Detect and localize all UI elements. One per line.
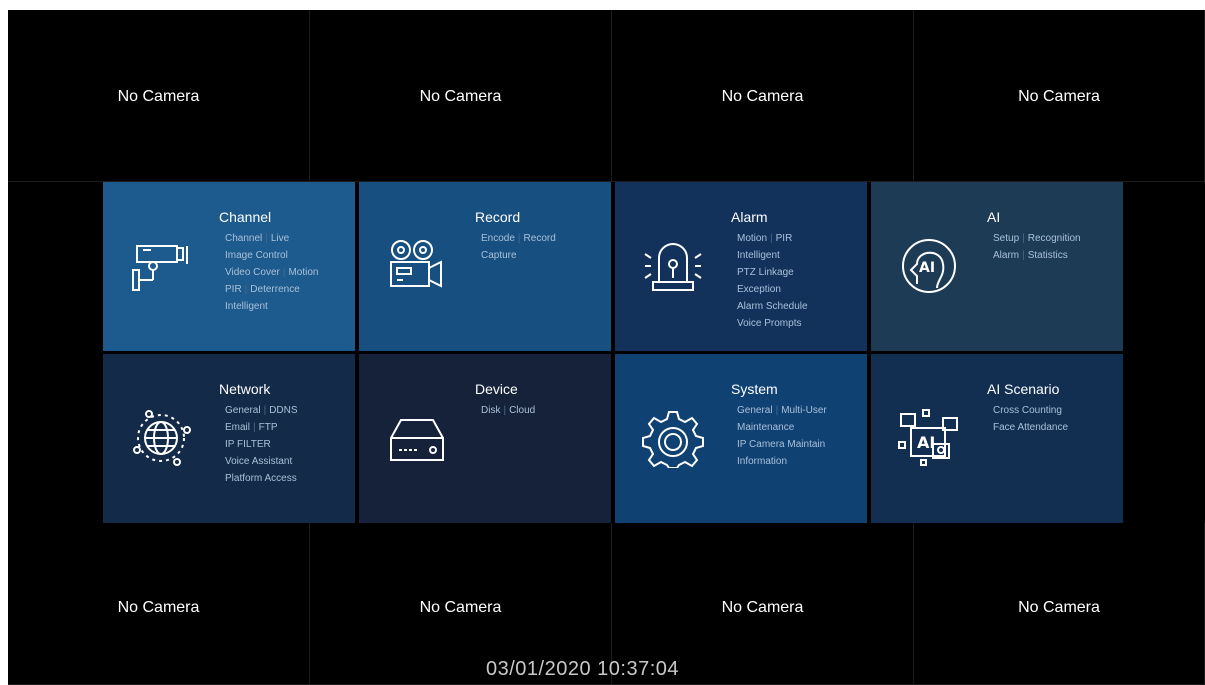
- menu-link[interactable]: General: [737, 405, 773, 416]
- menu-link[interactable]: Alarm: [993, 250, 1019, 261]
- menu-link[interactable]: Deterrence: [250, 284, 299, 295]
- menu-title: Channel: [219, 209, 272, 225]
- no-camera-label: No Camera: [419, 599, 502, 616]
- alarm-siren-icon: [641, 236, 705, 296]
- menu-link[interactable]: IP Camera Maintain: [737, 439, 825, 450]
- menu-link[interactable]: Capture: [481, 250, 517, 261]
- no-camera-label: No Camera: [419, 88, 502, 105]
- menu-link[interactable]: Motion: [288, 267, 318, 278]
- menu-title: AI: [987, 209, 1001, 225]
- menu-title: Network: [219, 381, 271, 397]
- menu-link[interactable]: DDNS: [269, 405, 297, 416]
- menu-link[interactable]: Cloud: [509, 405, 535, 416]
- menu-link[interactable]: PIR: [776, 233, 793, 244]
- menu-link[interactable]: Voice Prompts: [737, 318, 801, 329]
- camera-cell[interactable]: No Camera: [8, 10, 310, 182]
- menu-link[interactable]: Encode: [481, 233, 515, 244]
- menu-link[interactable]: Voice Assistant: [225, 456, 292, 467]
- gear-icon: [641, 408, 705, 469]
- menu-link[interactable]: Statistics: [1028, 250, 1068, 261]
- menu-tile-network[interactable]: Network General | DDNS Email | FTP IP FILTER…: [103, 354, 355, 523]
- menu-link[interactable]: PIR: [225, 284, 242, 295]
- menu-link[interactable]: Alarm Schedule: [737, 301, 808, 312]
- menu-link[interactable]: PTZ Linkage: [737, 267, 794, 278]
- menu-title: Alarm: [731, 209, 768, 225]
- menu-link[interactable]: Channel: [225, 233, 262, 244]
- menu-link[interactable]: General: [225, 405, 261, 416]
- menu-title: Record: [475, 209, 521, 225]
- menu-link[interactable]: Recognition: [1028, 233, 1081, 244]
- no-camera-label: No Camera: [1018, 599, 1100, 616]
- menu-tile-alarm[interactable]: Alarm Motion | PIR Intelligent PTZ Linkage…: [615, 182, 867, 351]
- menu-link[interactable]: Motion: [737, 233, 767, 244]
- menu-tile-device[interactable]: Device Disk | Cloud: [359, 354, 611, 523]
- menu-link[interactable]: Video Cover: [225, 267, 280, 278]
- ai-scenario-icon: AI: [897, 408, 961, 468]
- menu-link[interactable]: Email: [225, 422, 250, 433]
- menu-link[interactable]: Intelligent: [737, 250, 780, 261]
- menu-tile-ai-scenario[interactable]: AI AI Scenario Cross Counting Face Atten…: [871, 354, 1123, 523]
- menu-link[interactable]: Face Attendance: [993, 422, 1068, 433]
- ai-head-icon: AI: [897, 236, 961, 296]
- film-camera-icon: [385, 236, 449, 296]
- globe-network-icon: [129, 408, 193, 468]
- menu-link[interactable]: IP FILTER: [225, 439, 271, 450]
- camera-cell[interactable]: No Camera: [914, 523, 1205, 685]
- camera-cell[interactable]: No Camera: [612, 10, 914, 182]
- menu-title: AI Scenario: [987, 381, 1060, 397]
- menu-link[interactable]: Record: [524, 233, 556, 244]
- menu-link[interactable]: Information: [737, 456, 787, 467]
- menu-link[interactable]: Exception: [737, 284, 781, 295]
- menu-link[interactable]: Image Control: [225, 250, 288, 261]
- no-camera-label: No Camera: [117, 88, 200, 105]
- menu-link[interactable]: Setup: [993, 233, 1019, 244]
- no-camera-label: No Camera: [721, 599, 804, 616]
- menu-link[interactable]: Platform Access: [225, 473, 297, 484]
- menu-tile-system[interactable]: System General | Multi-User Maintenance IP…: [615, 354, 867, 523]
- menu-title: Device: [475, 381, 518, 397]
- menu-link[interactable]: Maintenance: [737, 422, 794, 433]
- live-view-screen: No Camera No Camera No Camera No Camera …: [8, 10, 1205, 685]
- security-camera-icon: [129, 236, 193, 296]
- svg-text:AI: AI: [919, 260, 935, 276]
- menu-tile-record[interactable]: Record Encode | Record Capture: [359, 182, 611, 351]
- menu-title: System: [731, 381, 778, 397]
- menu-link[interactable]: Multi-User: [781, 405, 827, 416]
- no-camera-label: No Camera: [1018, 88, 1100, 105]
- menu-tile-channel[interactable]: Channel Channel | Live Image Control Video…: [103, 182, 355, 351]
- menu-tile-ai[interactable]: AI AI Setup | Recognition Alarm | Statistics: [871, 182, 1123, 351]
- camera-cell[interactable]: No Camera: [914, 10, 1205, 182]
- menu-link[interactable]: Cross Counting: [993, 405, 1062, 416]
- menu-link[interactable]: Disk: [481, 405, 500, 416]
- hard-disk-icon: [385, 408, 449, 468]
- no-camera-label: No Camera: [721, 88, 804, 105]
- no-camera-label: No Camera: [117, 599, 200, 616]
- menu-link[interactable]: Live: [271, 233, 289, 244]
- camera-cell[interactable]: No Camera: [310, 10, 612, 182]
- camera-cell[interactable]: No Camera: [8, 523, 310, 685]
- menu-link[interactable]: FTP: [259, 422, 278, 433]
- menu-link[interactable]: Intelligent: [225, 301, 268, 312]
- timestamp: 03/01/2020 10:37:04: [486, 658, 680, 680]
